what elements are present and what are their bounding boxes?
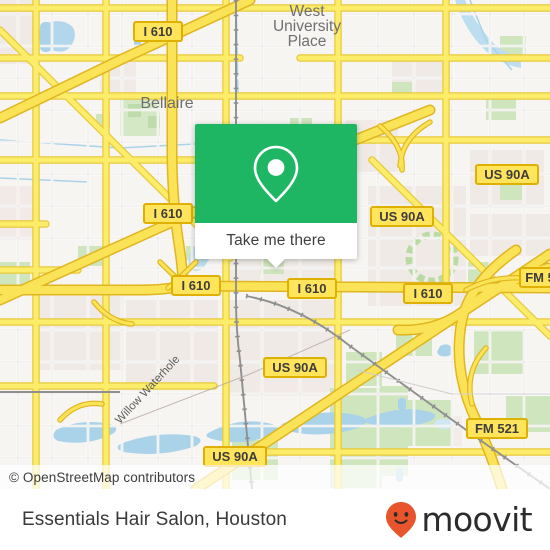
take-me-there-button[interactable]: Take me there <box>195 223 357 259</box>
svg-text:US 90A: US 90A <box>272 360 318 375</box>
popup-tail <box>267 259 285 268</box>
svg-text:I 610: I 610 <box>298 281 327 296</box>
moovit-smiley-pin-icon <box>386 501 417 538</box>
svg-text:Bellaire: Bellaire <box>140 95 193 112</box>
svg-text:I 610: I 610 <box>144 24 173 39</box>
moovit-wordmark: moovit <box>421 500 532 539</box>
svg-text:FM 521: FM 521 <box>475 421 519 436</box>
take-me-there-popup[interactable]: Take me there <box>195 124 357 268</box>
svg-text:I 610: I 610 <box>414 286 443 301</box>
svg-text:I 610: I 610 <box>182 278 211 293</box>
take-me-there-label: Take me there <box>226 232 326 249</box>
moovit-logo[interactable]: moovit <box>385 500 533 539</box>
svg-text:US 90A: US 90A <box>379 209 425 224</box>
svg-text:I 610: I 610 <box>154 206 183 221</box>
svg-text:US 90A: US 90A <box>484 167 530 182</box>
footer-bar: Essentials Hair Salon, Houston moovit <box>0 489 550 550</box>
map-page: West University Place Bellaire Willow Wa… <box>0 0 550 550</box>
svg-text:FM 5: FM 5 <box>525 270 550 285</box>
map-attribution-bar: © OpenStreetMap contributors <box>0 465 550 489</box>
osm-attribution-text: © OpenStreetMap contributors <box>9 469 196 485</box>
place-name-label: Essentials Hair Salon, Houston <box>22 508 287 530</box>
svg-text:US 90A: US 90A <box>212 449 258 464</box>
map-pin-icon <box>253 145 299 202</box>
popup-header <box>195 124 357 223</box>
svg-text:Place: Place <box>288 33 327 50</box>
